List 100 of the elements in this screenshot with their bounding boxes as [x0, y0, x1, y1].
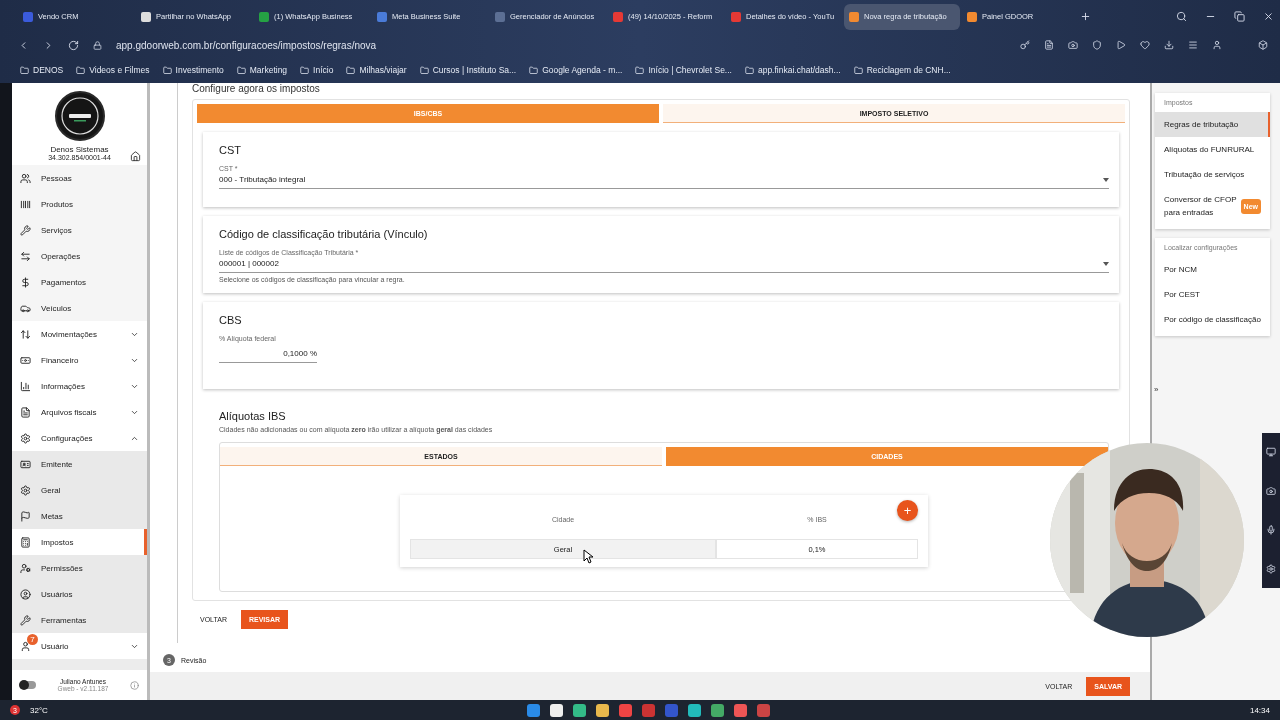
cst-select[interactable]: 000 - Tributação integral [219, 172, 1109, 189]
sidebar-group[interactable]: Financeiro [12, 347, 147, 373]
bookmark[interactable]: Marketing [249, 65, 288, 75]
cursor-icon [583, 549, 593, 564]
toolbar-icon[interactable] [1044, 40, 1054, 50]
add-button[interactable]: + [897, 500, 918, 521]
sidebar-item[interactable]: Pessoas [12, 165, 147, 191]
taskbar-icon[interactable] [573, 703, 587, 717]
weather-text: 32°C [30, 705, 48, 715]
wrench-icon [20, 224, 31, 236]
box-icon[interactable] [1258, 40, 1268, 50]
sidebar-item[interactable]: Operações [12, 243, 147, 269]
user-icon [20, 640, 31, 652]
toolbar-icon[interactable] [1092, 40, 1102, 50]
rate-field[interactable]: 0,1000 % [219, 344, 317, 363]
folder-icon [236, 65, 246, 75]
url-text[interactable]: app.gdoorweb.com.br/configuracoes/impostos/regras/nova [116, 39, 1006, 51]
folder-icon [20, 65, 29, 75]
bookmark[interactable]: Reciclagem de CNH... [866, 65, 951, 75]
sidebar-group[interactable]: Arquivos fiscais [12, 399, 147, 425]
toolbar-icon[interactable] [1188, 40, 1198, 50]
count-badge: 7 [27, 634, 38, 645]
taskbar-icon[interactable] [711, 703, 725, 717]
people-icon [20, 172, 31, 184]
recorder-icon[interactable] [1266, 524, 1276, 535]
bookmark[interactable]: Investimento [175, 65, 224, 75]
logo [54, 91, 105, 141]
section-heading: Configure agora os impostos [192, 83, 321, 96]
bookmark[interactable]: Cursos | Instituto Sa... [432, 65, 517, 75]
folder-icon [300, 65, 310, 75]
bookmark[interactable]: Início | Chevrolet Se... [648, 65, 732, 75]
user-circle-icon [20, 588, 31, 600]
reload-icon[interactable] [68, 39, 79, 51]
wrench-icon [20, 614, 31, 626]
folder-icon [346, 65, 356, 75]
chart-icon [20, 380, 31, 392]
document-icon [20, 406, 31, 418]
menu-item[interactable]: Alíquotas do FUNRURAL [1155, 137, 1270, 162]
bookmark[interactable]: Início [313, 65, 334, 75]
taskbar-icon[interactable] [550, 703, 564, 717]
gear-icon [20, 484, 31, 496]
menu-item[interactable]: Por CEST [1155, 282, 1270, 307]
bookmark[interactable]: Google Agenda - m... [542, 65, 623, 75]
taskbar-icon[interactable] [688, 703, 702, 717]
classification-select[interactable]: 000001 | 000002 [219, 256, 1109, 273]
user-gear-icon [20, 562, 31, 574]
toolbar-icon[interactable] [1212, 40, 1222, 50]
menu-item[interactable]: Por NCM [1155, 257, 1270, 282]
arrows-icon [20, 250, 31, 262]
folder-icon [635, 65, 645, 75]
toolbar-icon[interactable] [1116, 40, 1126, 50]
menu-item[interactable]: Regras de tributação [1155, 112, 1270, 137]
dollar-icon [20, 276, 31, 288]
home-icon[interactable] [130, 151, 141, 162]
bookmark[interactable]: DENOS [33, 65, 64, 75]
sidebar-group[interactable]: Configurações [12, 425, 147, 451]
sidebar-item[interactable]: Impostos [12, 529, 147, 555]
id-card-icon [20, 458, 31, 470]
recorder-icon[interactable] [1266, 447, 1276, 458]
folder-icon [529, 65, 539, 75]
menu-item[interactable]: Por código de classificação [1155, 307, 1270, 332]
restore-icon[interactable] [1234, 11, 1245, 22]
taskbar-icon[interactable] [596, 703, 610, 717]
recorder-icon[interactable] [1266, 563, 1276, 574]
card-title: CST [219, 144, 242, 156]
card-title: Código de classificação tributária (Vínculo) [219, 228, 429, 240]
dropdown-icon [1103, 261, 1109, 266]
card-title: Alíquotas IBS [219, 410, 287, 422]
sidebar-group[interactable]: Movimentações [12, 321, 147, 347]
theme-toggle[interactable] [20, 681, 36, 689]
company-name: Denos Sistemas [50, 145, 109, 154]
bookmark[interactable]: Videos e Filmes [89, 65, 150, 75]
new-tab-icon[interactable] [1080, 11, 1091, 22]
sidebar-item[interactable]: Pagamentos [12, 269, 147, 295]
sidebar-item[interactable]: Produtos [12, 191, 147, 217]
toolbar-icon[interactable] [1164, 40, 1174, 50]
sidebar-group[interactable]: Informações [12, 373, 147, 399]
collapse-toggle[interactable]: » [1154, 385, 1159, 394]
calculator-icon [20, 536, 31, 548]
folder-icon [853, 65, 863, 75]
sidebar-item[interactable]: Serviços [12, 217, 147, 243]
banknote-icon [20, 354, 31, 366]
gear-icon [20, 432, 31, 444]
sort-icon [20, 328, 31, 340]
folder-icon [76, 65, 86, 75]
bookmark[interactable]: Milhas/viajar [359, 65, 407, 75]
sidebar-group[interactable]: 7 Usuário [12, 633, 147, 659]
lock-icon [93, 40, 102, 50]
flag-icon [20, 510, 31, 522]
toolbar-icon[interactable] [1068, 40, 1078, 50]
bookmark[interactable]: app.finkai.chat/dash... [757, 65, 841, 75]
menu-item[interactable]: Tributação de serviços [1155, 162, 1270, 187]
folder-icon [419, 65, 429, 75]
toolbar-icon[interactable] [1140, 40, 1150, 50]
toolbar-icon[interactable] [1020, 40, 1030, 50]
recorder-icon[interactable] [1266, 486, 1276, 497]
barcode-icon [20, 198, 31, 210]
search-icon[interactable] [1176, 11, 1187, 22]
sidebar-item[interactable]: Veículos [12, 295, 147, 321]
close-icon[interactable] [1263, 11, 1274, 22]
